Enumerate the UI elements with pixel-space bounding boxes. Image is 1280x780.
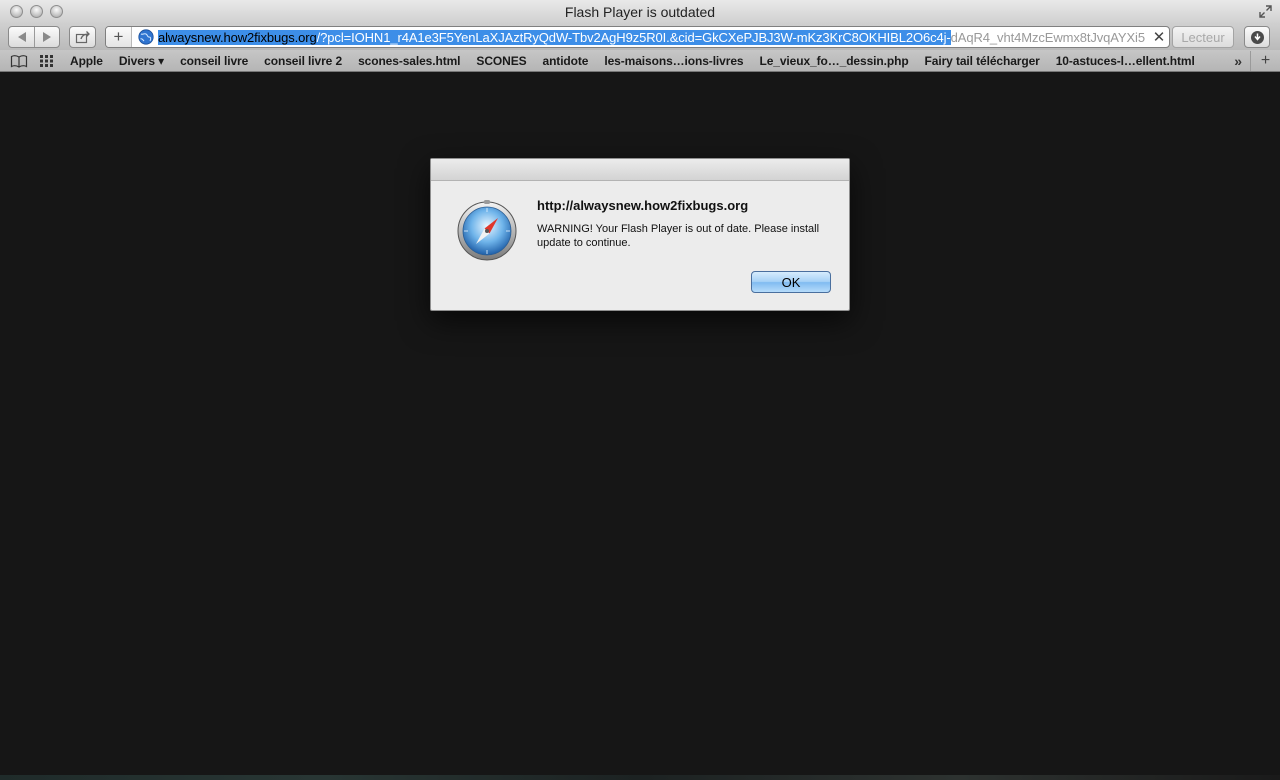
bookmark-folder-divers[interactable]: Divers ▾	[119, 54, 164, 68]
clear-url-button[interactable]: ✕	[1149, 28, 1169, 46]
bookmark-scones[interactable]: SCONES	[476, 54, 526, 68]
zoom-window-button[interactable]	[50, 5, 63, 18]
reading-list-icon[interactable]	[10, 54, 28, 68]
bookmark-conseil-livre[interactable]: conseil livre	[180, 54, 248, 68]
minimize-window-button[interactable]	[30, 5, 43, 18]
url-host: alwaysnew.how2fixbugs.org	[158, 29, 317, 45]
fullscreen-icon[interactable]	[1259, 5, 1272, 18]
browser-toolbar: + alwaysnew.how2fixbugs.org/?pcl=IOHN1_r…	[0, 24, 1280, 50]
address-bar[interactable]: + alwaysnew.how2fixbugs.org/?pcl=IOHN1_r…	[105, 26, 1170, 48]
bookmark-les-maisons[interactable]: les-maisons…ions-livres	[604, 54, 743, 68]
content-bottom-strip	[0, 775, 1280, 780]
globe-icon	[138, 29, 154, 45]
bookmark-antidote[interactable]: antidote	[543, 54, 589, 68]
forward-arrow-icon	[43, 32, 51, 42]
ok-button[interactable]: OK	[751, 271, 831, 293]
dialog-title: http://alwaysnew.how2fixbugs.org	[537, 198, 749, 213]
reader-button[interactable]: Lecteur	[1172, 26, 1234, 48]
new-tab-button[interactable]: +	[1250, 51, 1280, 71]
share-button[interactable]	[69, 26, 96, 48]
back-arrow-icon	[17, 32, 26, 42]
forward-button[interactable]	[34, 27, 59, 47]
bookmark-le-vieux-fo[interactable]: Le_vieux_fo…_dessin.php	[759, 54, 908, 68]
bookmark-conseil-livre-2[interactable]: conseil livre 2	[264, 54, 342, 68]
share-icon	[75, 31, 90, 44]
download-icon	[1250, 30, 1264, 44]
url-query-selected: /?pcl=IOHN1_r4A1e3F5YenLaXJAztRyQdW-Tbv2…	[316, 29, 951, 45]
close-window-button[interactable]	[10, 5, 23, 18]
bookmark-10-astuces[interactable]: 10-astuces-l…ellent.html	[1056, 54, 1195, 68]
history-nav	[8, 26, 60, 48]
safari-compass-icon	[457, 200, 517, 261]
bookmarks-overflow-button[interactable]: »	[1234, 53, 1242, 69]
window-title: Flash Player is outdated	[564, 4, 716, 20]
window-controls	[10, 5, 63, 18]
dialog-message: WARNING! Your Flash Player is out of dat…	[537, 223, 820, 249]
alert-dialog: http://alwaysnew.how2fixbugs.org WARNING…	[430, 158, 850, 311]
window-titlebar: Flash Player is outdated	[0, 0, 1280, 24]
downloads-button[interactable]	[1244, 26, 1270, 48]
bookmark-scones-sales[interactable]: scones-sales.html	[358, 54, 460, 68]
bookmark-fairy-tail[interactable]: Fairy tail télécharger	[925, 54, 1040, 68]
url-input[interactable]: alwaysnew.how2fixbugs.org/?pcl=IOHN1_r4A…	[158, 29, 1149, 45]
back-button[interactable]	[9, 27, 34, 47]
add-bookmark-button[interactable]: +	[106, 27, 132, 47]
bookmark-apple[interactable]: Apple	[70, 54, 103, 68]
url-query-rest: dAqR4_vht4MzcEwmx8tJvqAYXi5	[950, 29, 1145, 45]
bookmarks-bar: Apple Divers ▾ conseil livre conseil liv…	[0, 50, 1280, 72]
dialog-titlebar	[431, 159, 849, 181]
top-sites-grid-icon[interactable]	[38, 54, 56, 68]
